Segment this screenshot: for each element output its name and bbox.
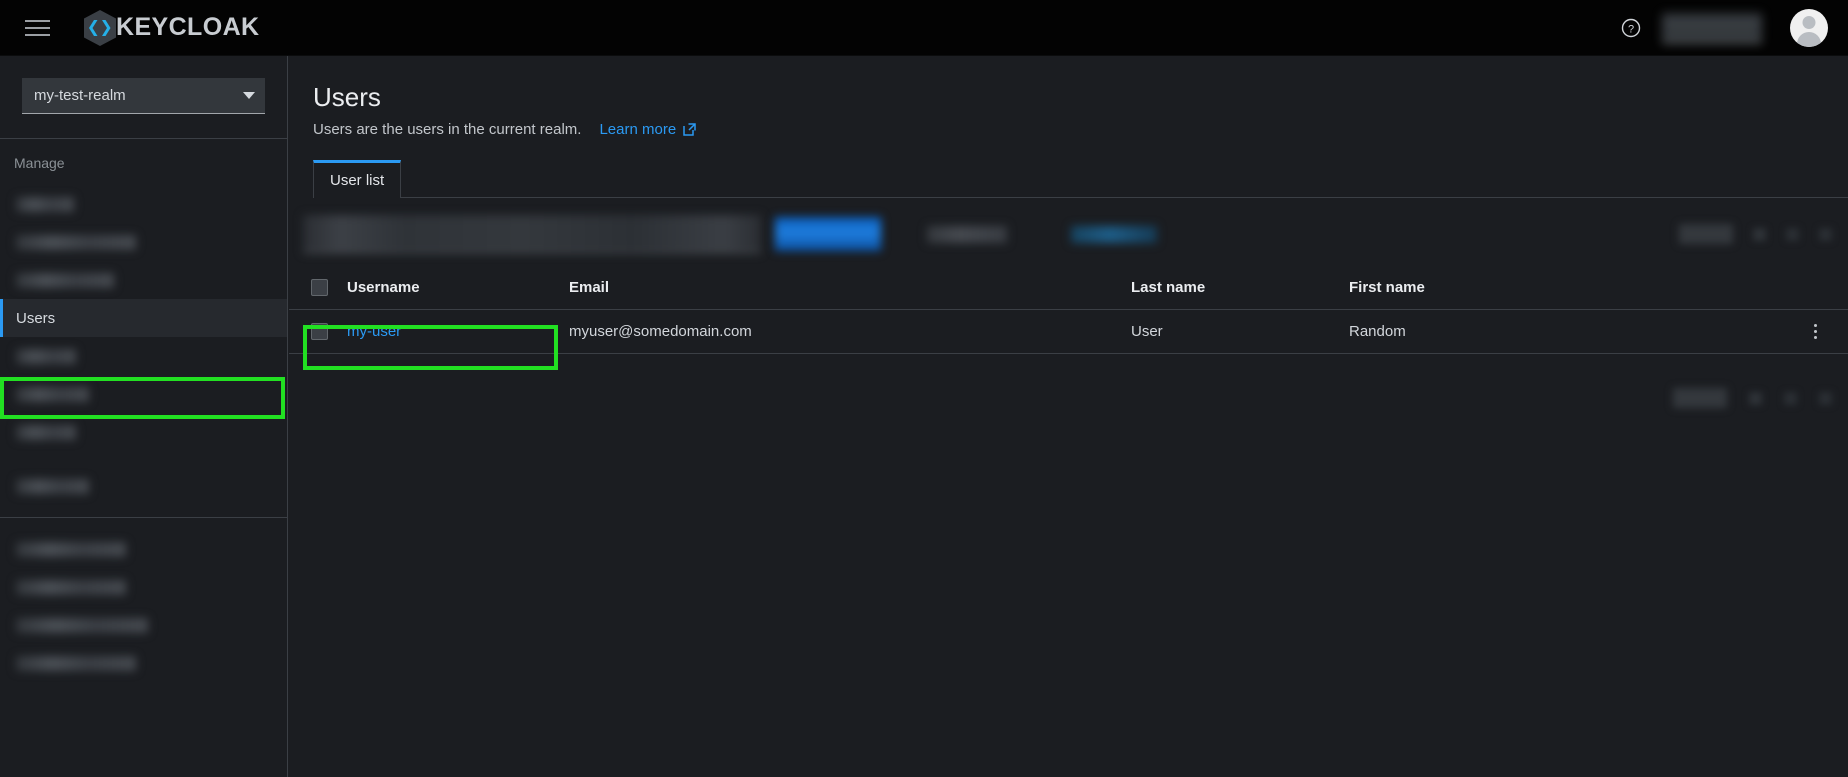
users-table: Username Email Last name First name my-u… [289, 266, 1848, 354]
tab-label: User list [330, 172, 385, 189]
keycloak-hex-icon [82, 9, 118, 47]
bottom-pagination [1673, 388, 1832, 408]
sidebar-item-8[interactable] [0, 467, 287, 505]
select-all-cell [289, 279, 347, 296]
sidebar-item-label-blurred [16, 196, 74, 212]
checkbox-icon[interactable] [311, 323, 328, 340]
kebab-menu-icon[interactable] [1804, 317, 1826, 347]
sidebar: my-test-realm Manage Users [0, 56, 288, 777]
sidebar-item-label-blurred [16, 579, 126, 595]
brand-title: KEYCLOAK [116, 13, 260, 41]
table-row[interactable]: my-user myuser@somedomain.com User Rando… [289, 310, 1848, 354]
row-select-cell [289, 323, 347, 340]
masthead: KEYCLOAK ? [0, 0, 1848, 56]
sidebar-item-label-blurred [16, 617, 148, 633]
checkbox-icon[interactable] [311, 279, 328, 296]
add-user-button[interactable] [775, 217, 881, 251]
page-subtitle: Users are the users in the current realm… [313, 121, 582, 138]
tab-bar: User list [313, 160, 1848, 198]
sidebar-item-label-blurred [16, 348, 76, 364]
page-subtitle-row: Users are the users in the current realm… [313, 121, 1848, 138]
masthead-right-controls: ? [1610, 0, 1848, 56]
external-link-icon [683, 123, 696, 136]
sidebar-item-9[interactable] [0, 530, 287, 568]
cell-username[interactable]: my-user [347, 323, 569, 340]
tab-user-list[interactable]: User list [313, 160, 402, 198]
pagination-next-button[interactable] [1819, 391, 1832, 405]
kebab-dot [1813, 336, 1817, 339]
hamburger-icon[interactable] [14, 0, 60, 56]
realm-user-dropdown-blurred[interactable] [1662, 13, 1762, 43]
chevron-down-icon [243, 92, 255, 99]
sidebar-item-10[interactable] [0, 568, 287, 606]
top-pagination [1679, 224, 1832, 244]
column-header-email: Email [569, 279, 610, 296]
table-toolbar [303, 212, 1848, 256]
pagination-prev-button[interactable] [1786, 227, 1799, 241]
learn-more-link[interactable]: Learn more [599, 121, 697, 138]
table-header-row: Username Email Last name First name [289, 266, 1848, 310]
kebab-dot [1813, 324, 1817, 327]
sidebar-item-label-blurred [16, 386, 89, 402]
sidebar-item-label-blurred [16, 234, 136, 250]
sidebar-item-5[interactable] [0, 337, 287, 375]
pagination-next-button[interactable] [1819, 227, 1832, 241]
sidebar-item-label-blurred [16, 478, 89, 494]
keycloak-logo[interactable]: KEYCLOAK [82, 9, 259, 47]
sidebar-item-label-blurred [16, 541, 126, 557]
sidebar-item-label-blurred [16, 424, 76, 440]
pagination-count [1673, 388, 1727, 408]
learn-more-label: Learn more [599, 121, 677, 138]
cell-first-name: Random [1349, 323, 1406, 340]
page-title: Users [313, 82, 381, 112]
avatar[interactable] [1790, 9, 1828, 47]
help-circle-icon[interactable]: ? [1610, 7, 1652, 49]
sidebar-item-11[interactable] [0, 606, 287, 644]
toolbar-link[interactable] [1071, 225, 1157, 243]
hamburger-bar [24, 26, 50, 29]
realm-selector-value: my-test-realm [34, 87, 126, 104]
sidebar-item-6[interactable] [0, 375, 287, 413]
svg-text:?: ? [1628, 24, 1634, 36]
sidebar-item-1[interactable] [0, 185, 287, 223]
cell-email: myuser@somedomain.com [569, 323, 752, 340]
cell-last-name: User [1131, 323, 1163, 340]
realm-selector-container: my-test-realm [0, 56, 287, 114]
hamburger-bar [24, 19, 50, 22]
column-header-first-name: First name [1349, 279, 1425, 296]
search-input[interactable] [303, 215, 761, 253]
pagination-per-page-toggle[interactable] [1753, 227, 1766, 241]
nav-section-title: Manage [14, 155, 65, 171]
sidebar-section-divider [0, 517, 287, 518]
sidebar-item-users[interactable]: Users [0, 299, 287, 337]
hamburger-bar [24, 33, 50, 36]
pagination-prev-button[interactable] [1784, 391, 1797, 405]
sidebar-item-2[interactable] [0, 223, 287, 261]
column-header-username: Username [347, 279, 420, 296]
sidebar-item-7[interactable] [0, 413, 287, 451]
main-content: Users Users are the users in the current… [289, 56, 1848, 777]
column-header-last-name: Last name [1131, 279, 1206, 296]
sidebar-item-12[interactable] [0, 644, 287, 682]
sidebar-item-label: Users [16, 309, 56, 327]
pagination-count [1679, 224, 1733, 244]
secondary-action-button[interactable] [927, 225, 1007, 243]
kebab-dot [1813, 330, 1817, 333]
sidebar-item-3[interactable] [0, 261, 287, 299]
sidebar-item-label-blurred [16, 655, 136, 671]
sidebar-item-label-blurred [16, 272, 114, 288]
realm-selector[interactable]: my-test-realm [22, 78, 265, 114]
pagination-per-page-toggle[interactable] [1749, 391, 1762, 405]
page-header: Users Users are the users in the current… [289, 56, 1848, 138]
